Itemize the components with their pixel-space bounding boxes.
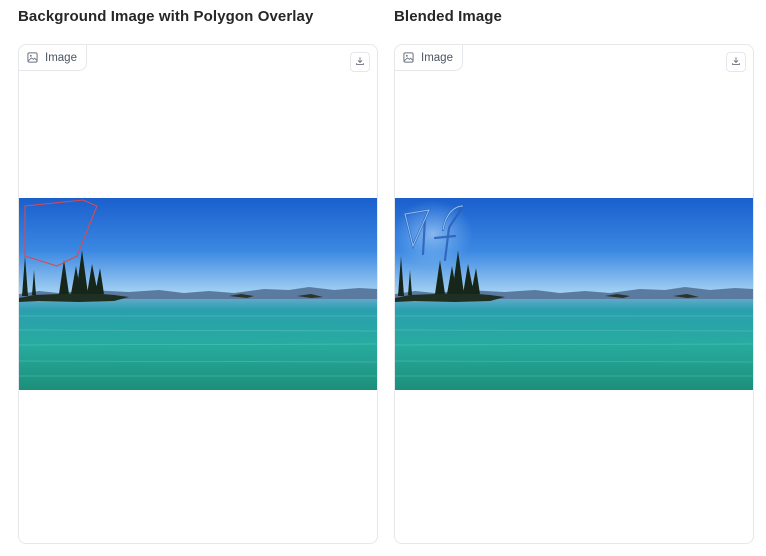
- left-image-label: Image: [19, 45, 87, 71]
- download-icon: [731, 53, 741, 71]
- left-panel-title: Background Image with Polygon Overlay: [18, 8, 314, 25]
- left-download-button[interactable]: [350, 52, 370, 72]
- background-image: [19, 198, 377, 390]
- right-image-panel: Image: [394, 44, 754, 544]
- image-icon: [403, 52, 414, 63]
- image-icon: [27, 52, 38, 63]
- right-image-label-text: Image: [421, 51, 453, 64]
- download-icon: [355, 53, 365, 71]
- right-image-label: Image: [395, 45, 463, 71]
- left-image-panel: Image: [18, 44, 378, 544]
- left-image-label-text: Image: [45, 51, 77, 64]
- right-panel-title: Blended Image: [394, 8, 502, 25]
- right-download-button[interactable]: [726, 52, 746, 72]
- blended-image: [395, 198, 753, 390]
